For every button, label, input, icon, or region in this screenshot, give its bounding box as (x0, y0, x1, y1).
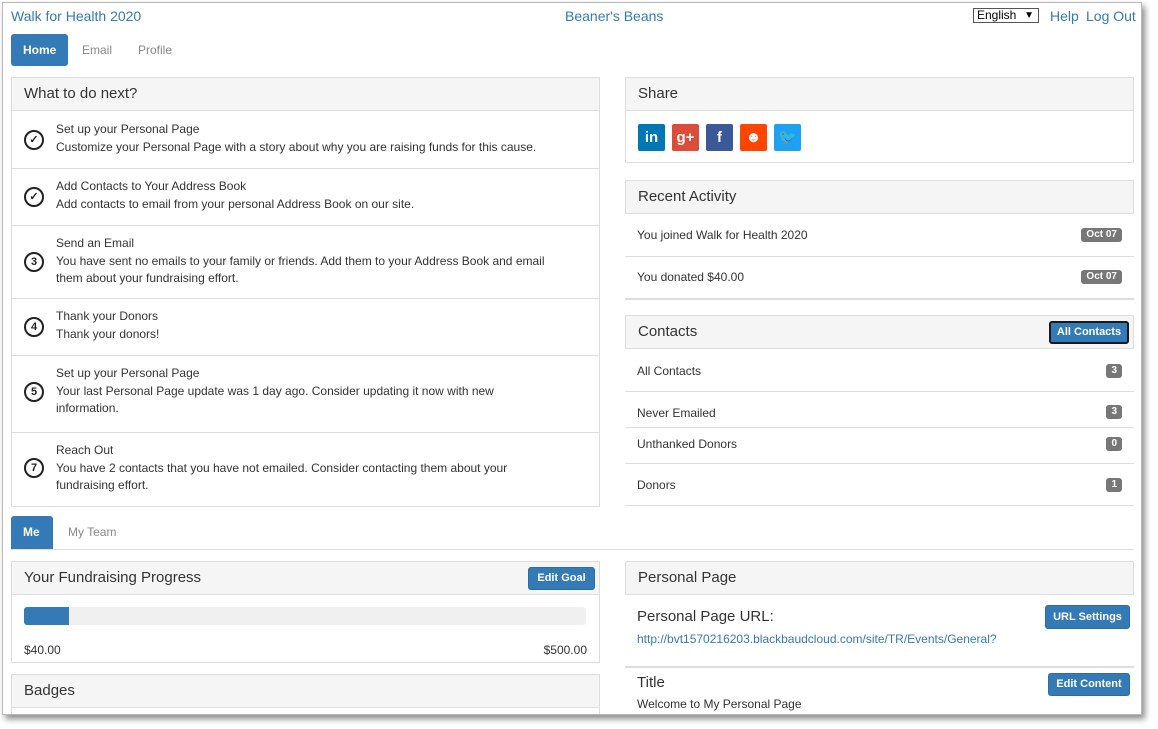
contacts-row-label: Never Emailed (637, 406, 716, 420)
contacts-heading: Contacts (638, 323, 698, 340)
step-description: Thank your donors! (56, 327, 160, 341)
contacts-row[interactable]: Unthanked Donors 0 (625, 428, 1134, 464)
step-description: Customize your Personal Page with a stor… (56, 140, 537, 154)
step-description: Add contacts to email from your personal… (56, 197, 415, 211)
step-title: Add Contacts to Your Address Book (56, 179, 247, 193)
step-number-icon: 7 (24, 458, 44, 478)
step-title: Thank your Donors (56, 309, 159, 323)
contacts-row-label: Donors (637, 478, 676, 492)
all-contacts-button[interactable]: All Contacts (1049, 321, 1129, 344)
progress-bar (24, 607, 586, 625)
contacts-row[interactable]: All Contacts 3 (625, 350, 1134, 392)
step-title: Set up your Personal Page (56, 122, 200, 136)
personal-page-title-label: Title (637, 674, 665, 691)
check-circle-icon: ✓ (24, 130, 44, 150)
contacts-row-label: All Contacts (637, 364, 702, 378)
language-select[interactable]: English ▼ (973, 8, 1039, 23)
fundraising-progress-panel: Your Fundraising Progress Edit Goal $40.… (11, 561, 600, 663)
step-number-icon: 3 (24, 252, 44, 272)
contacts-header: Contacts All Contacts (625, 316, 1134, 349)
url-settings-button[interactable]: URL Settings (1045, 605, 1130, 629)
personal-page-url-label: Personal Page URL: (637, 608, 774, 625)
organization-title-link[interactable]: Beaner's Beans (565, 8, 663, 24)
sub-tabs-divider (11, 549, 1134, 550)
tab-email[interactable]: Email (70, 34, 124, 66)
next-steps-panel: What to do next? ✓ Set up your Personal … (11, 77, 600, 507)
contacts-count-badge: 3 (1106, 364, 1122, 378)
browser-frame: Walk for Health 2020 Beaner's Beans Engl… (2, 2, 1142, 715)
activity-row: You joined Walk for Health 2020 Oct 07 (625, 215, 1134, 257)
event-title-link[interactable]: Walk for Health 2020 (11, 8, 141, 24)
personal-page-title-value: Welcome to My Personal Page (637, 697, 802, 711)
goal-amount: $500.00 (543, 643, 587, 657)
contacts-row[interactable]: Never Emailed 3 (625, 392, 1134, 428)
edit-content-button[interactable]: Edit Content (1048, 673, 1130, 696)
next-step-item[interactable]: 4 Thank your Donors Thank your donors! (12, 299, 599, 356)
personal-page-divider (625, 666, 1134, 668)
personal-page-panel: Personal Page Personal Page URL: URL Set… (625, 561, 1134, 714)
facebook-icon[interactable]: f (706, 124, 733, 151)
next-step-item[interactable]: 7 Reach Out You have 2 contacts that you… (12, 433, 599, 508)
check-circle-icon: ✓ (24, 187, 44, 207)
activity-date-badge: Oct 07 (1081, 270, 1122, 284)
share-panel: Share in g+ f ☻ 🐦 (625, 77, 1134, 163)
progress-bar-fill (24, 607, 69, 625)
activity-row: You donated $40.00 Oct 07 (625, 257, 1134, 299)
step-title: Set up your Personal Page (56, 366, 200, 380)
edit-goal-button[interactable]: Edit Goal (528, 567, 595, 590)
amount-raised: $40.00 (24, 643, 61, 657)
next-steps-heading: What to do next? (12, 78, 599, 111)
logout-link[interactable]: Log Out (1086, 8, 1136, 24)
activity-text: You joined Walk for Health 2020 (637, 228, 808, 242)
step-number-icon: 5 (24, 382, 44, 402)
recent-activity-heading: Recent Activity (625, 181, 1134, 214)
progress-header: Your Fundraising Progress Edit Goal (12, 562, 599, 595)
recent-activity-panel: Recent Activity You joined Walk for Heal… (625, 180, 1134, 300)
next-step-item[interactable]: 5 Set up your Personal Page Your last Pe… (12, 356, 599, 433)
google-plus-icon[interactable]: g+ (672, 124, 699, 151)
tab-profile[interactable]: Profile (126, 34, 184, 66)
badges-panel: Badges (11, 674, 600, 714)
tab-my-team[interactable]: My Team (56, 516, 128, 549)
step-title: Send an Email (56, 236, 135, 250)
step-description: You have 2 contacts that you have not em… (56, 461, 508, 492)
contacts-count-badge: 1 (1106, 478, 1122, 492)
contacts-row-label: Unthanked Donors (637, 437, 738, 451)
twitter-icon[interactable]: 🐦 (774, 124, 801, 151)
contacts-count-badge: 3 (1106, 405, 1122, 419)
contacts-panel: Contacts All Contacts All Contacts 3 Nev… (625, 315, 1134, 506)
step-number-icon: 4 (24, 317, 44, 337)
personal-page-url-link[interactable]: http://bvt1570216203.blackbaudcloud.com/… (637, 632, 997, 646)
step-description: Your last Personal Page update was 1 day… (56, 384, 494, 415)
badges-heading: Badges (12, 675, 599, 708)
next-step-item[interactable]: ✓ Set up your Personal Page Customize yo… (12, 112, 599, 169)
help-link[interactable]: Help (1050, 8, 1079, 24)
progress-heading: Your Fundraising Progress (24, 569, 202, 586)
tab-home[interactable]: Home (11, 34, 68, 66)
linkedin-icon[interactable]: in (638, 124, 665, 151)
activity-text: You donated $40.00 (637, 270, 744, 284)
personal-page-heading: Personal Page (625, 562, 1134, 595)
top-bar: Walk for Health 2020 Beaner's Beans Engl… (3, 3, 1141, 31)
activity-date-badge: Oct 07 (1081, 228, 1122, 242)
next-step-item[interactable]: ✓ Add Contacts to Your Address Book Add … (12, 169, 599, 226)
language-select-value: English (977, 8, 1017, 22)
contacts-row[interactable]: Donors 1 (625, 464, 1134, 506)
tab-me[interactable]: Me (11, 516, 53, 549)
reddit-icon[interactable]: ☻ (740, 124, 767, 151)
share-heading: Share (626, 78, 1133, 111)
chevron-down-icon: ▼ (1024, 10, 1034, 21)
step-description: You have sent no emails to your family o… (56, 254, 545, 285)
step-title: Reach Out (56, 443, 114, 457)
contacts-count-badge: 0 (1106, 437, 1122, 451)
next-step-item[interactable]: 3 Send an Email You have sent no emails … (12, 226, 599, 299)
